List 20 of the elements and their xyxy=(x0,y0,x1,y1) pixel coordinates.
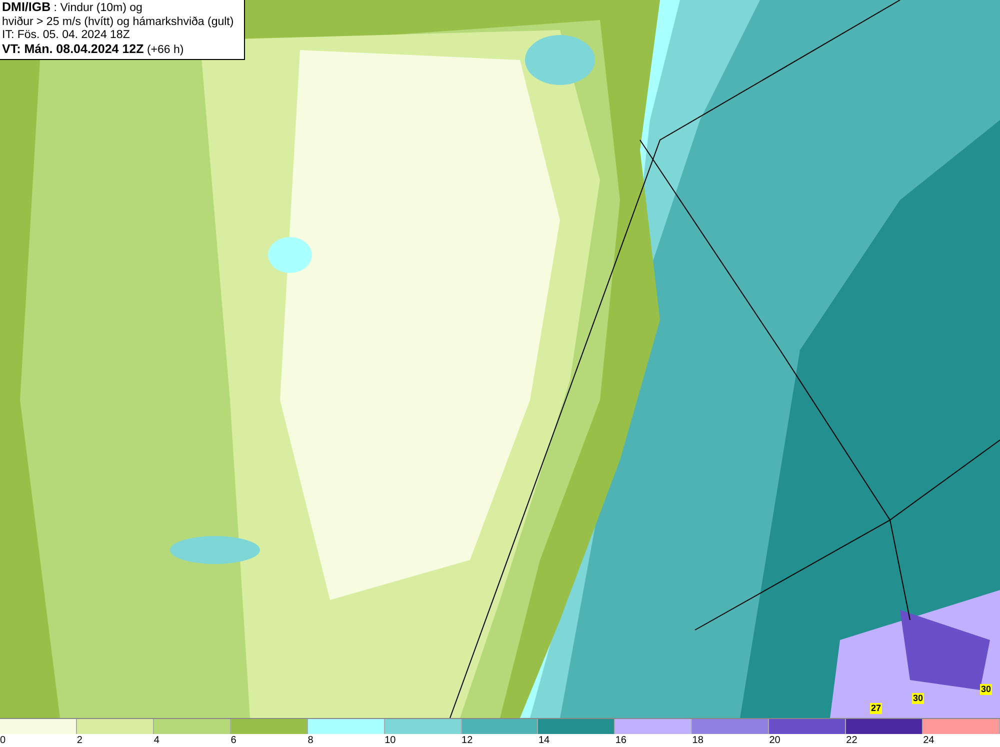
legend-tick: 2 xyxy=(76,734,84,747)
legend-tick: 0 xyxy=(0,734,7,747)
gust-label: 30 xyxy=(980,684,992,695)
legend-tick: 20 xyxy=(769,734,782,747)
gust-label: 30 xyxy=(912,693,924,704)
legend-tick: 10 xyxy=(384,734,397,747)
title-line: VT: Mán. 08.04.2024 12Z (+66 h) xyxy=(2,42,185,57)
gust-label: 27 xyxy=(870,703,882,714)
title-line: IT: Fös. 05. 04. 2024 18Z xyxy=(2,29,131,42)
title-line: DMI/IGB : Vindur (10m) og xyxy=(2,1,144,16)
legend-tick: 6 xyxy=(230,734,238,747)
legend-tick: 14 xyxy=(538,734,551,747)
legend-tick: 22 xyxy=(846,734,858,747)
legend-tick: 4 xyxy=(154,734,160,747)
legend-tick: 12 xyxy=(462,734,474,747)
legend-tick: 8 xyxy=(308,734,314,747)
legend-tick: 16 xyxy=(615,734,628,747)
title-line: hviður > 25 m/s (hvítt) og hámarkshviða (gult) xyxy=(2,16,235,29)
legend-tick: 24 xyxy=(923,734,936,747)
legend-tick: 18 xyxy=(692,734,704,747)
